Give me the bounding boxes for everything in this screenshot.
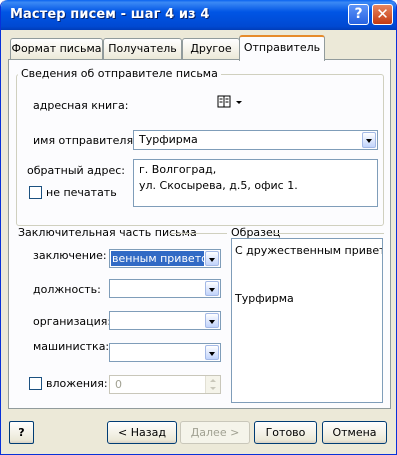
closing-combobox[interactable]: венным приветом [109,249,221,268]
close-button[interactable]: ✕ [372,4,393,25]
enclosures-spinbox[interactable]: 0 [109,375,221,394]
position-label: должность: [33,283,101,296]
address-book-label: адресная книга: [33,99,129,112]
chevron-down-icon [209,288,215,292]
preview-sender-text: Турфирма [235,292,294,305]
no-print-checkbox[interactable] [29,186,42,199]
return-address-text: г. Волгоград, ул. Скосырева, д.5, офис 1… [139,162,298,194]
sender-name-combobox[interactable]: Турфирма [133,130,378,150]
position-combobox[interactable] [109,279,221,298]
tab-other[interactable]: Другое [182,38,240,59]
chevron-down-icon [209,258,215,262]
next-button[interactable]: Далее > [180,421,250,444]
tab-panel-sender: Сведения об отправителе письма адресная … [8,59,391,409]
sender-info-title: Сведения об отправителе письма [18,67,221,80]
tab-recipient[interactable]: Получатель [103,38,182,59]
return-address-textarea[interactable]: г. Волгоград, ул. Скосырева, д.5, офис 1… [133,159,378,207]
spin-down-icon [210,387,216,390]
sender-name-dropdown-button[interactable] [362,132,376,148]
help-button[interactable]: ? [9,421,34,444]
preview-group-line [271,233,384,234]
sender-name-value: Турфирма [139,133,198,146]
return-address-label: обратный адрес: [27,164,126,177]
help-title-button[interactable]: ? [348,4,369,25]
enclosures-checkbox[interactable] [29,377,42,390]
address-book-button[interactable] [217,94,247,110]
chevron-down-icon [366,139,372,143]
closing-label: заключение: [33,249,107,262]
organization-combobox[interactable] [109,311,221,330]
spin-up-icon [210,379,216,382]
chevron-down-icon [209,320,215,324]
organization-label: организация: [33,315,112,328]
return-address-line-1: г. Волгоград, [139,163,217,176]
letter-wizard-window: Мастер писем - шаг 4 из 4 ? ✕ Формат пис… [0,0,397,455]
finish-button[interactable]: Готово [254,421,317,444]
preview-closing-text: С дружественным привет [235,244,383,257]
enclosures-label: вложения: [46,377,108,390]
position-dropdown-button[interactable] [205,281,219,296]
typist-dropdown-button[interactable] [205,345,219,360]
back-button[interactable]: < Назад [107,421,177,444]
sender-name-label: имя отправителя: [33,134,137,147]
organization-dropdown-button[interactable] [205,313,219,328]
typist-combobox[interactable] [109,343,221,362]
no-print-label: не печатать [46,186,117,199]
window-title: Мастер писем - шаг 4 из 4 [10,7,210,22]
tab-letter-format[interactable]: Формат письма [10,38,103,59]
closing-dropdown-button[interactable] [205,251,219,266]
typist-label: машинистка: [33,340,110,353]
closing-group-line [169,233,227,234]
cancel-button[interactable]: Отмена [322,421,387,444]
chevron-down-icon [209,352,215,356]
enclosures-spin-buttons[interactable] [205,376,220,393]
address-book-icon [217,95,242,108]
tab-sender[interactable]: Отправитель [239,35,325,61]
title-bar[interactable]: Мастер писем - шаг 4 из 4 ? ✕ [1,0,396,30]
preview-box: С дружественным привет Турфирма [231,238,383,403]
closing-value: венным приветом [112,252,217,265]
return-address-line-2: ул. Скосырева, д.5, офис 1. [139,179,298,192]
enclosures-value: 0 [115,378,122,391]
